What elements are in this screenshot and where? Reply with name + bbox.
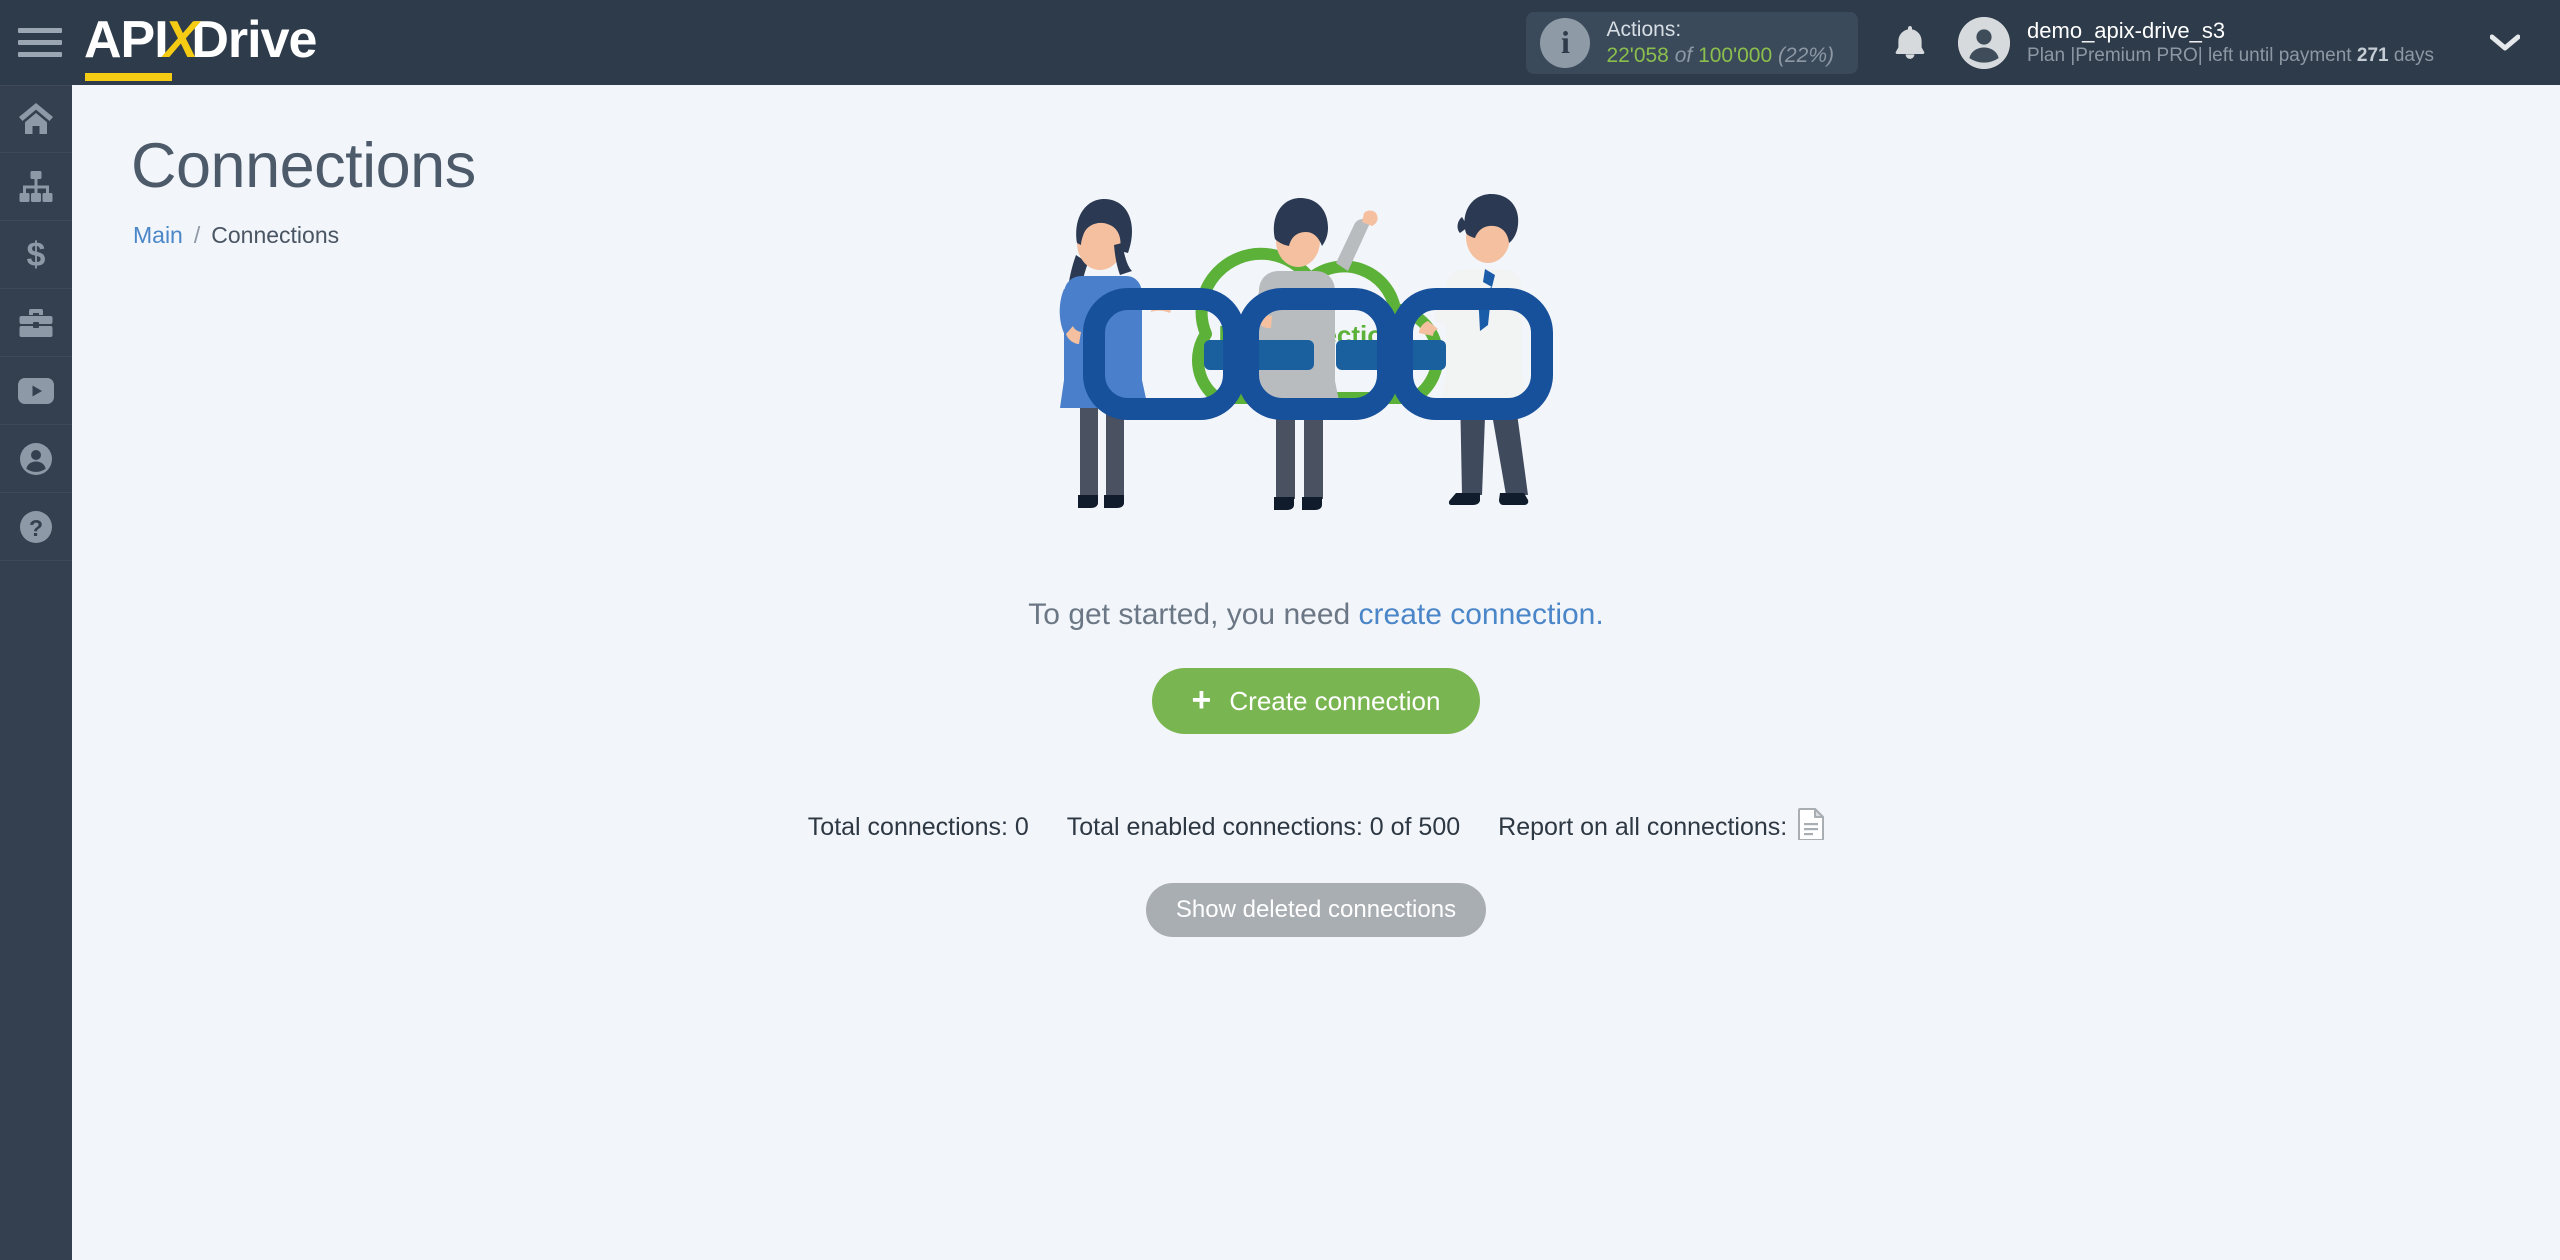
dollar-icon: $ — [27, 237, 46, 273]
document-icon[interactable] — [1798, 808, 1825, 847]
chevron-down-icon[interactable] — [2490, 34, 2520, 52]
connections-icon — [19, 170, 53, 202]
actions-count: 22'058 of 100'000 (22%) — [1606, 43, 1834, 69]
top-bar: API X Drive i Actions: 22'058 of 100'000… — [0, 0, 2560, 85]
stat-report-label: Report on all connections: — [1498, 813, 1788, 841]
user-info: demo_apix-drive_s3 Plan |Premium PRO| le… — [2027, 17, 2434, 69]
main-content: Connections Main / Connections No connec… — [72, 85, 2560, 1260]
user-plan: Plan |Premium PRO| left until payment 27… — [2027, 44, 2434, 68]
logo-text-x: X — [163, 10, 199, 69]
user-icon — [20, 442, 52, 475]
user-plan-days: 271 — [2356, 45, 2389, 67]
bell-icon[interactable] — [1892, 23, 1928, 63]
svg-text:?: ? — [29, 515, 43, 541]
help-icon: ? — [20, 510, 52, 543]
logo-text-api: API — [84, 10, 172, 81]
home-icon — [19, 103, 53, 134]
sidebar-item-business[interactable] — [0, 289, 72, 357]
empty-state: No connections To get started, you need … — [72, 85, 2560, 937]
hamburger-bar — [18, 52, 62, 57]
stat-total-enabled: Total enabled connections: 0 of 500 — [1066, 813, 1461, 841]
actions-percent: (22%) — [1778, 43, 1835, 67]
actions-quota-text: Actions: 22'058 of 100'000 (22%) — [1606, 17, 1834, 68]
hamburger-icon[interactable] — [18, 26, 62, 60]
info-icon: i — [1540, 17, 1591, 68]
actions-label: Actions: — [1606, 17, 1682, 41]
actions-quota-pill[interactable]: i Actions: 22'058 of 100'000 (22%) — [1526, 11, 1859, 74]
sidebar-item-video[interactable] — [0, 357, 72, 425]
sidebar: $ ? — [0, 85, 72, 1260]
person-left — [1059, 199, 1173, 508]
top-bar-right: i Actions: 22'058 of 100'000 (22%) demo_… — [1526, 0, 2560, 85]
sidebar-item-help[interactable]: ? — [0, 493, 72, 561]
show-deleted-connections-button[interactable]: Show deleted connections — [1145, 883, 1487, 937]
user-menu[interactable]: demo_apix-drive_s3 Plan |Premium PRO| le… — [1958, 16, 2434, 69]
user-plan-days-suffix: days — [2393, 45, 2434, 67]
user-plan-prefix: Plan |Premium PRO| left until payment — [2027, 45, 2352, 67]
create-connection-link[interactable]: create connection. — [1359, 598, 1604, 631]
hint-prefix: To get started, you need — [1028, 598, 1359, 631]
briefcase-icon — [19, 308, 53, 337]
create-connection-button-label: Create connection — [1229, 685, 1441, 716]
no-connections-illustration: No connections — [1036, 171, 1596, 576]
hamburger-bar — [18, 28, 62, 33]
connections-stats: Total connections: 0 Total enabled conne… — [807, 808, 1825, 847]
logo-text-drive: Drive — [191, 10, 317, 69]
stat-report: Report on all connections: — [1498, 808, 1825, 847]
apix-drive-logo[interactable]: API X Drive — [84, 10, 317, 81]
actions-total: 100'000 — [1698, 43, 1773, 67]
sidebar-item-profile[interactable] — [0, 425, 72, 493]
plus-icon: + — [1191, 681, 1212, 719]
get-started-hint: To get started, you need create connecti… — [1028, 598, 1603, 632]
hamburger-bar — [18, 40, 62, 45]
actions-of: of — [1674, 43, 1693, 67]
sidebar-item-connections[interactable] — [0, 153, 72, 221]
user-name: demo_apix-drive_s3 — [2027, 17, 2226, 43]
sidebar-item-main[interactable] — [0, 85, 72, 153]
create-connection-button[interactable]: + Create connection — [1151, 668, 1481, 734]
actions-used: 22'058 — [1606, 43, 1669, 67]
sidebar-item-payments[interactable]: $ — [0, 221, 72, 289]
user-avatar-icon — [1958, 16, 2011, 69]
svg-text:$: $ — [27, 237, 46, 273]
stat-total-connections: Total connections: 0 — [807, 813, 1029, 841]
youtube-icon — [18, 377, 54, 404]
